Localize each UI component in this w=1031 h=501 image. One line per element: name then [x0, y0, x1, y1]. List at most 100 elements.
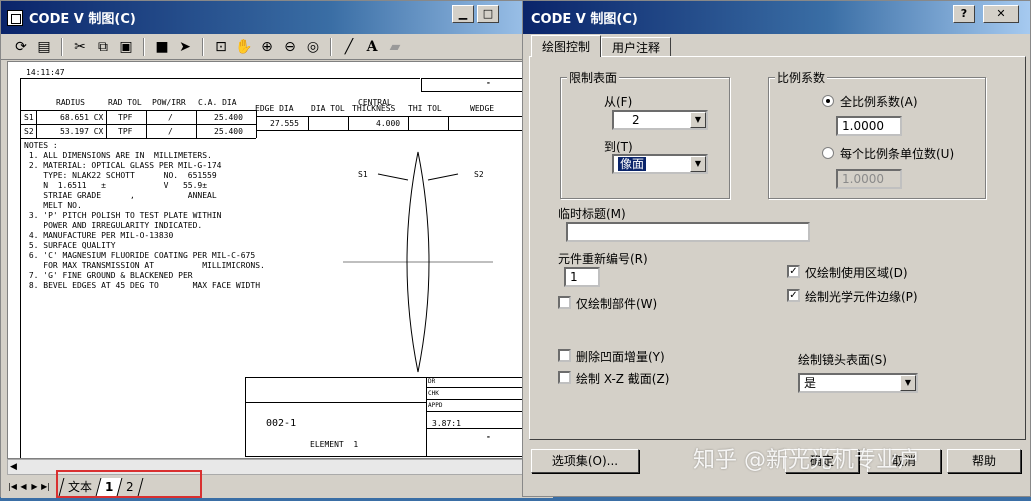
- table-line: [106, 110, 107, 138]
- drawing-window-titlebar[interactable]: CODE V 制图(C) ▁ □: [1, 1, 551, 34]
- per-unit-radio[interactable]: [822, 147, 834, 159]
- first-sheet-icon[interactable]: |◀: [7, 480, 18, 494]
- toolbar-separator: [202, 37, 204, 56]
- lens-drawing: [343, 151, 493, 373]
- full-scale-radio[interactable]: [822, 95, 834, 107]
- note-line: 2. MATERIAL: OPTICAL GLASS PER MIL-G-174: [24, 161, 222, 170]
- text-icon[interactable]: A: [362, 37, 382, 57]
- remove-concave-checkbox[interactable]: [558, 349, 571, 362]
- tb-scale: 3.87:1: [432, 419, 461, 428]
- part-number: 002-1: [266, 418, 297, 429]
- question-icon: ?: [960, 7, 968, 20]
- dialog-titlebar[interactable]: CODE V 制图(C) ? ✕: [523, 1, 1030, 34]
- thickness-value: 4.000: [376, 119, 401, 128]
- only-draw-parts-label: 仅绘制部件(W): [576, 297, 658, 311]
- watermark: 知乎 @新光光机专业户: [693, 448, 920, 473]
- paste-icon[interactable]: ▣: [116, 37, 136, 57]
- tab-user-notes[interactable]: 用户注释: [601, 37, 672, 57]
- toolbar-separator: [143, 37, 145, 56]
- pan-icon[interactable]: ✋: [234, 37, 254, 57]
- note-line: POWER AND IRREGULARITY INDICATED.: [24, 221, 203, 230]
- renumber-label: 元件重新编号(R): [558, 252, 648, 266]
- temp-title-label: 临时标题(M): [558, 207, 626, 221]
- note-line: MELT NO.: [24, 201, 82, 210]
- cut-icon[interactable]: ✂: [70, 37, 90, 57]
- lens-surface-label: 绘制镜头表面(S): [798, 353, 887, 367]
- per-unit-input[interactable]: 1.0000: [836, 169, 902, 189]
- renumber-input[interactable]: 1: [564, 267, 600, 287]
- row-s1-ca: 25.400: [214, 113, 243, 122]
- draw-edges-label: 绘制光学元件边缘(P): [805, 290, 918, 304]
- refresh-icon[interactable]: ⟳: [11, 37, 31, 57]
- note-line: 8. BEVEL EDGES AT 45 DEG TO MAX FACE WID…: [24, 281, 261, 290]
- options-button[interactable]: 选项集(O)...: [531, 449, 639, 473]
- table-line: [256, 110, 257, 138]
- tab-draw-control[interactable]: 绘图控制: [531, 35, 602, 57]
- toolbar-separator: [330, 37, 332, 56]
- zoom-out-icon[interactable]: ⊖: [280, 37, 300, 57]
- lens-surface-select[interactable]: 是 ▼: [798, 373, 918, 393]
- row-s2-tol: TPF: [118, 127, 133, 136]
- from-select[interactable]: 2 ▼: [612, 110, 708, 130]
- chevron-down-icon[interactable]: ▼: [690, 112, 706, 128]
- title-block: [245, 377, 526, 457]
- help-title-button[interactable]: ?: [953, 5, 975, 23]
- zoom-box-icon[interactable]: ⊡: [211, 37, 231, 57]
- last-sheet-icon[interactable]: ▶|: [40, 480, 51, 494]
- note-line: 5. SURFACE QUALITY: [24, 241, 116, 250]
- maximize-icon: □: [482, 7, 494, 20]
- remove-concave-label: 删除凹面增量(Y): [576, 350, 665, 364]
- zoom-fit-icon[interactable]: ◎: [303, 37, 323, 57]
- table-line: [196, 110, 197, 138]
- per-unit-label: 每个比例条单位数(U): [840, 147, 955, 161]
- dash-mark: -: [486, 78, 491, 87]
- note-line: N 1.6511 ± V 55.9±: [24, 181, 208, 190]
- full-scale-input[interactable]: 1.0000: [836, 116, 902, 136]
- toolbar-separator: [61, 37, 63, 56]
- limit-surface-title: 限制表面: [567, 69, 620, 86]
- chevron-down-icon[interactable]: ▼: [900, 375, 916, 391]
- minimize-button[interactable]: ▁: [452, 5, 474, 23]
- table-line: [20, 138, 256, 139]
- table-line: [448, 116, 449, 130]
- table-line: [256, 116, 526, 117]
- hdr-thi-tol: THI TOL: [408, 104, 442, 113]
- copy-icon[interactable]: ⧉: [93, 37, 113, 57]
- line-icon[interactable]: ╱: [339, 37, 359, 57]
- title-block-line: [426, 399, 526, 400]
- title-block-line: [426, 411, 526, 412]
- only-used-area-checkbox[interactable]: ✓: [787, 265, 800, 278]
- dialog-title: CODE V 制图(C): [531, 12, 638, 27]
- frame-top: [20, 78, 420, 79]
- from-label: 从(F): [604, 95, 633, 109]
- to-select[interactable]: 像面 ▼: [612, 154, 708, 174]
- note-line: 1. ALL DIMENSIONS ARE IN MILLIMETERS.: [24, 151, 212, 160]
- drawing-toolbar: ⟳ ▤ ✂ ⧉ ▣ ■ ➤ ⊡ ✋ ⊕ ⊖ ◎ ╱ A ▰: [1, 34, 551, 60]
- maximize-button[interactable]: □: [477, 5, 499, 23]
- draw-edges-checkbox[interactable]: ✓: [787, 289, 800, 302]
- note-line: STRIAE GRADE , ANNEAL: [24, 191, 217, 200]
- draw-xz-checkbox[interactable]: [558, 371, 571, 384]
- properties-icon[interactable]: ▤: [34, 37, 54, 57]
- to-label: 到(T): [604, 140, 633, 154]
- eraser-icon[interactable]: ▰: [385, 37, 405, 57]
- row-s2-radius: 53.197 CX: [60, 127, 104, 136]
- note-line: TYPE: NLAK22 SCHOTT NO. 651559: [24, 171, 217, 180]
- zoom-in-icon[interactable]: ⊕: [257, 37, 277, 57]
- prev-sheet-icon[interactable]: ◀: [18, 480, 29, 494]
- note-line: 7. 'G' FINE GROUND & BLACKENED PER: [24, 271, 193, 280]
- table-line: [36, 110, 37, 138]
- only-draw-parts-checkbox[interactable]: [558, 296, 571, 309]
- drawing-sheet[interactable]: 14:11:47 - RADIUS RAD TOL POW/IRR C.A. D…: [7, 61, 527, 459]
- close-button[interactable]: ✕: [983, 5, 1019, 23]
- next-sheet-icon[interactable]: ▶: [29, 480, 40, 494]
- pointer-icon[interactable]: ➤: [175, 37, 195, 57]
- s2-label: S2: [474, 170, 484, 179]
- save-icon[interactable]: ■: [152, 37, 172, 57]
- scroll-left-icon[interactable]: ◀: [10, 462, 17, 472]
- help-button[interactable]: 帮助: [947, 449, 1021, 473]
- temp-title-input[interactable]: [566, 222, 810, 242]
- lens-surface-value: 是: [804, 376, 817, 390]
- table-line: [146, 110, 147, 138]
- chevron-down-icon[interactable]: ▼: [690, 156, 706, 172]
